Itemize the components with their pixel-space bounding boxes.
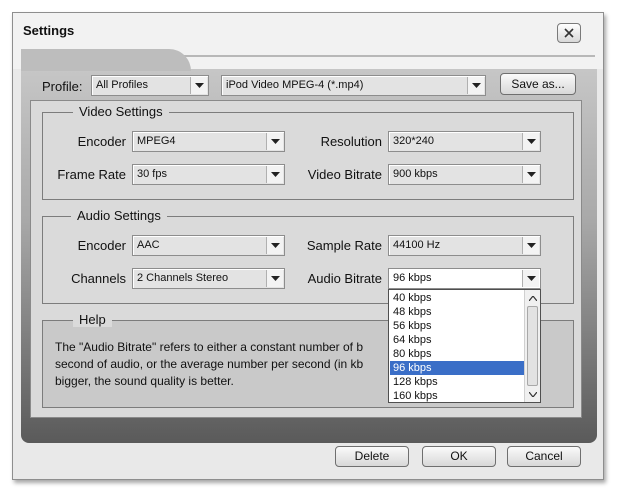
video-bitrate-label: Video Bitrate [307, 167, 382, 182]
close-icon [564, 28, 574, 38]
video-settings-title: Video Settings [73, 104, 169, 119]
chevron-down-icon [266, 237, 283, 254]
bitrate-option[interactable]: 96 kbps [390, 361, 524, 375]
chevron-down-icon [467, 77, 484, 94]
cancel-button[interactable]: Cancel [507, 446, 581, 467]
chevron-down-icon [522, 270, 539, 287]
scroll-up-icon[interactable] [525, 291, 540, 305]
chevron-down-icon [522, 166, 539, 183]
bitrate-option[interactable]: 48 kbps [390, 305, 524, 319]
scroll-down-icon[interactable] [525, 387, 540, 401]
delete-button[interactable]: Delete [335, 446, 409, 467]
profile-preset-value: iPod Video MPEG-4 (*.mp4) [226, 79, 364, 91]
video-encoder-value: MPEG4 [137, 135, 176, 147]
profile-category-value: All Profiles [96, 79, 148, 91]
video-encoder-label: Encoder [77, 134, 126, 149]
profile-label: Profile: [42, 79, 83, 94]
profile-preset-select[interactable]: iPod Video MPEG-4 (*.mp4) [221, 75, 486, 96]
resolution-label: Resolution [320, 134, 382, 149]
frame-rate-label: Frame Rate [57, 167, 126, 182]
help-title: Help [73, 312, 112, 327]
channels-value: 2 Channels Stereo [137, 272, 229, 284]
bitrate-option[interactable]: 64 kbps [390, 333, 524, 347]
chevron-down-icon [266, 133, 283, 150]
bitrate-option[interactable]: 160 kbps [390, 389, 524, 403]
resolution-value: 320*240 [393, 135, 434, 147]
chevron-down-icon [522, 133, 539, 150]
bitrate-option[interactable]: 128 kbps [390, 375, 524, 389]
profile-category-select[interactable]: All Profiles [91, 75, 209, 96]
dropdown-scrollbar[interactable] [524, 290, 540, 402]
chevron-down-icon [266, 166, 283, 183]
audio-encoder-label: Encoder [77, 238, 126, 253]
sample-rate-value: 44100 Hz [393, 239, 441, 251]
window-title: Settings [23, 23, 75, 38]
panel-tab [21, 49, 191, 71]
audio-bitrate-select[interactable]: 96 kbps [388, 268, 541, 289]
audio-settings-title: Audio Settings [71, 208, 167, 223]
video-bitrate-select[interactable]: 900 kbps [388, 164, 541, 185]
bitrate-option[interactable]: 40 kbps [390, 291, 524, 305]
bitrate-option[interactable]: 80 kbps [390, 347, 524, 361]
frame-rate-select[interactable]: 30 fps [132, 164, 285, 185]
video-encoder-select[interactable]: MPEG4 [132, 131, 285, 152]
audio-bitrate-dropdown[interactable]: 40 kbps 48 kbps 56 kbps 64 kbps 80 kbps 96 kb… [388, 289, 541, 403]
close-button[interactable] [557, 23, 581, 43]
channels-label: Channels [71, 271, 126, 286]
audio-encoder-value: AAC [137, 239, 160, 251]
chevron-down-icon [190, 77, 207, 94]
channels-select[interactable]: 2 Channels Stereo [132, 268, 285, 289]
audio-bitrate-label: Audio Bitrate [307, 271, 382, 286]
ok-button[interactable]: OK [422, 446, 496, 467]
save-as-button[interactable]: Save as... [500, 73, 576, 95]
resolution-select[interactable]: 320*240 [388, 131, 541, 152]
chevron-down-icon [522, 237, 539, 254]
video-bitrate-value: 900 kbps [393, 168, 438, 180]
bitrate-option[interactable]: 56 kbps [390, 319, 524, 333]
sample-rate-select[interactable]: 44100 Hz [388, 235, 541, 256]
scrollbar-thumb[interactable] [527, 306, 538, 386]
video-settings-group: Video Settings [42, 104, 574, 200]
frame-rate-value: 30 fps [137, 168, 167, 180]
chevron-down-icon [266, 270, 283, 287]
audio-bitrate-value: 96 kbps [393, 272, 432, 284]
sample-rate-label: Sample Rate [306, 238, 382, 253]
audio-encoder-select[interactable]: AAC [132, 235, 285, 256]
